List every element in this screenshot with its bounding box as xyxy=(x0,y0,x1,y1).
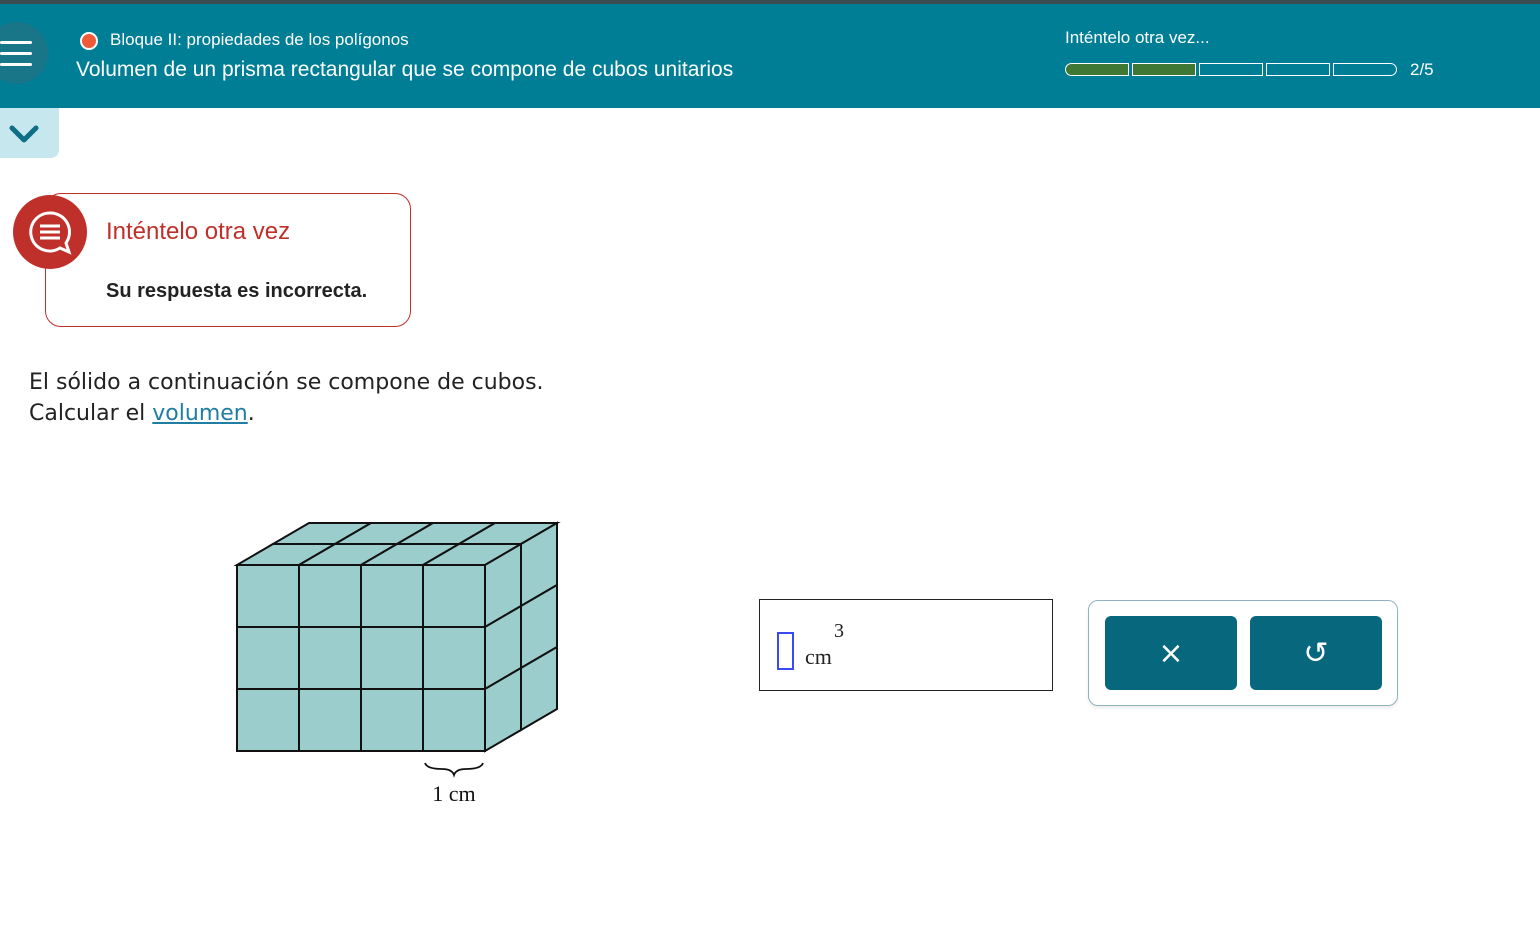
answer-input[interactable] xyxy=(777,632,794,670)
hamburger-line xyxy=(0,52,32,55)
progress-segment xyxy=(1132,63,1196,76)
chat-bubble-icon xyxy=(13,195,87,269)
feedback-message: Su respuesta es incorrecta. xyxy=(106,280,368,302)
front-face-cell xyxy=(236,688,300,752)
front-face-cell xyxy=(360,564,424,628)
status-dot-icon xyxy=(80,32,98,50)
front-face-cell xyxy=(422,626,486,690)
front-face-cell xyxy=(298,564,362,628)
progress-segment xyxy=(1333,63,1397,76)
progress-count: 2/5 xyxy=(1410,60,1434,79)
question-line-2: Calcular el volumen. xyxy=(29,398,544,429)
cube-prism-figure: 1 cm xyxy=(233,521,561,806)
close-icon: × xyxy=(1158,635,1184,671)
front-face-cell xyxy=(360,688,424,752)
progress-segment xyxy=(1266,63,1330,76)
answer-box xyxy=(759,599,1053,691)
volume-link[interactable]: volumen xyxy=(152,401,247,426)
question-line-1: El sólido a continuación se compone de c… xyxy=(29,370,544,395)
question-suffix: . xyxy=(247,401,255,426)
block-title: Bloque II: propiedades de los polígonos xyxy=(110,30,409,49)
front-face-cell xyxy=(422,564,486,628)
progress-segment xyxy=(1065,63,1129,76)
unit-label: cm xyxy=(805,644,832,669)
attempt-status: Inténtelo otra vez... xyxy=(1065,28,1210,47)
front-face-cell xyxy=(298,626,362,690)
undo-button[interactable]: ↺ xyxy=(1250,616,1382,690)
header-bar xyxy=(0,4,1540,108)
question-text: El sólido a continuación se compone de c… xyxy=(29,367,544,429)
progress-segment xyxy=(1199,63,1263,76)
hamburger-menu-icon xyxy=(0,41,32,44)
hamburger-line xyxy=(0,63,32,66)
length-label: 1 cm xyxy=(432,781,475,806)
front-face-cell xyxy=(360,626,424,690)
chat-bubble-icon-svg xyxy=(29,211,72,255)
feedback-panel xyxy=(45,193,411,327)
lesson-title: Volumen de un prisma rectangular que se … xyxy=(76,58,734,81)
progress-bar xyxy=(1065,63,1397,78)
undo-icon: ↺ xyxy=(1303,635,1329,671)
question-prefix: Calcular el xyxy=(29,401,153,426)
clear-button[interactable]: × xyxy=(1105,616,1237,690)
unit-exponent: 3 xyxy=(834,620,844,642)
front-face-cell xyxy=(236,564,300,628)
chevron-down-icon xyxy=(9,125,39,143)
front-face-cell xyxy=(298,688,362,752)
collapse-toggle[interactable] xyxy=(0,108,59,158)
length-brace xyxy=(424,762,484,778)
feedback-title: Inténtelo otra vez xyxy=(106,218,291,245)
front-face-cell xyxy=(236,626,300,690)
front-face-cell xyxy=(422,688,486,752)
